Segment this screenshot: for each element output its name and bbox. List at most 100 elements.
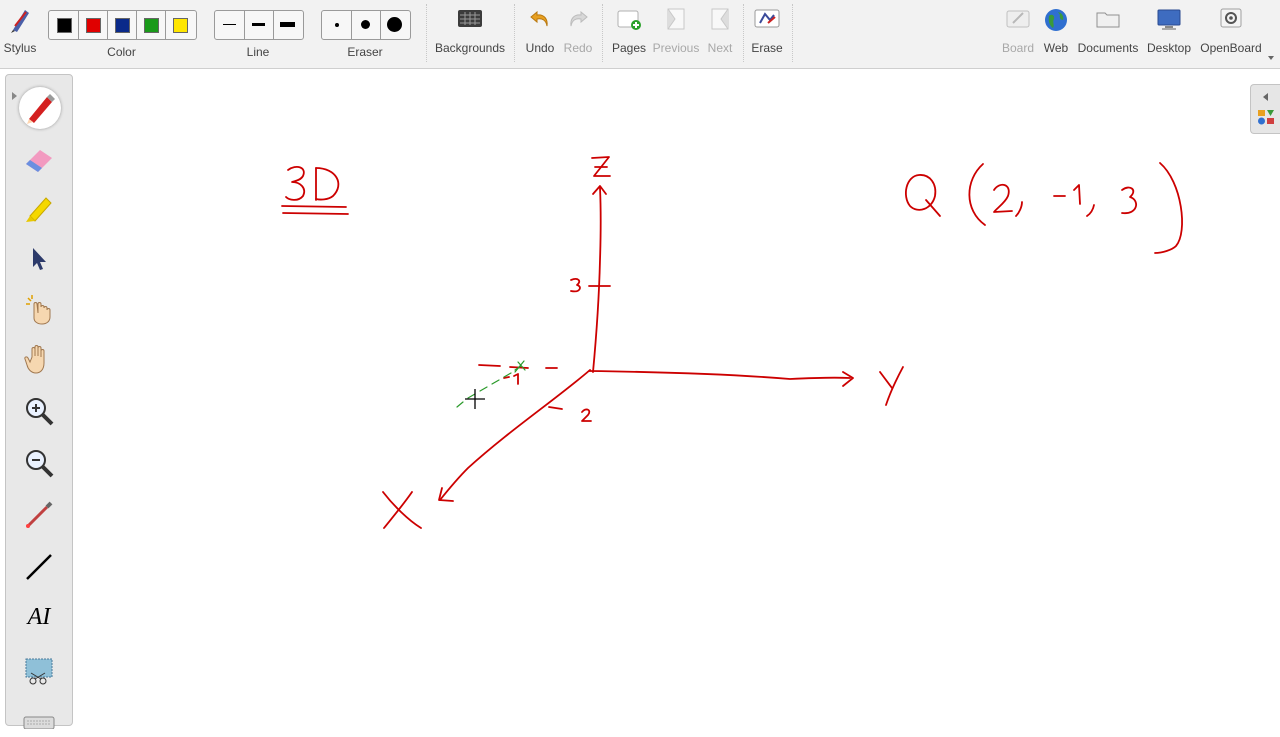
globe-icon <box>1045 9 1067 31</box>
color-green[interactable] <box>136 11 166 39</box>
color-black[interactable] <box>49 11 79 39</box>
whiteboard-canvas[interactable] <box>72 69 1280 720</box>
stylus-label: Stylus <box>3 41 37 55</box>
collapse-arrow-icon[interactable] <box>10 91 18 101</box>
chevron-down-icon[interactable] <box>1266 50 1276 64</box>
capture-tool[interactable] <box>21 653 57 689</box>
handwritten-z-label <box>591 156 611 177</box>
openboard-button[interactable]: OpenBoard <box>1198 4 1264 64</box>
highlighter-tool[interactable] <box>21 191 57 227</box>
line-medium[interactable] <box>244 11 274 39</box>
green-dashed-line <box>456 365 522 408</box>
toolbar-separator <box>792 4 794 62</box>
line-group <box>214 10 304 40</box>
desktop-button[interactable]: Desktop <box>1144 4 1194 64</box>
hand-icon <box>24 345 45 374</box>
line-icon <box>26 554 52 580</box>
interactor-tool[interactable] <box>21 291 57 327</box>
red-ink-strokes <box>281 156 1183 529</box>
hand-tool[interactable] <box>21 341 57 377</box>
zoom-in-tool[interactable] <box>21 393 57 429</box>
text-tool[interactable]: AI <box>21 599 57 635</box>
stylus-button[interactable]: Stylus <box>2 4 38 64</box>
laser-pointer-tool[interactable] <box>21 497 57 533</box>
eraser-group <box>321 10 411 40</box>
handwritten-3d-title <box>281 165 349 215</box>
zoom-out-tool[interactable] <box>21 445 57 481</box>
web-button[interactable]: Web <box>1038 4 1074 64</box>
crosshair-cursor-icon <box>465 389 485 409</box>
settings-icon <box>1220 8 1242 28</box>
board-label: Board <box>1001 41 1035 55</box>
board-button[interactable]: Board <box>1000 4 1036 64</box>
handwritten-2-label <box>581 408 592 422</box>
pages-label: Pages <box>611 41 647 55</box>
eraser-large[interactable] <box>380 11 409 39</box>
folder-icon <box>1096 12 1120 28</box>
selector-tool[interactable] <box>21 241 57 277</box>
capture-icon <box>25 658 53 685</box>
color-label: Color <box>107 45 136 59</box>
tool-palette: AI <box>5 74 73 729</box>
eraser-medium[interactable] <box>351 11 381 39</box>
documents-label: Documents <box>1077 41 1139 55</box>
web-label: Web <box>1043 41 1069 55</box>
handwritten-y-label <box>879 366 904 406</box>
color-red[interactable] <box>78 11 108 39</box>
line-thin[interactable] <box>215 11 245 39</box>
pen-tool[interactable] <box>19 87 61 129</box>
handwritten-x-label <box>382 491 422 529</box>
next-page-icon <box>711 8 729 30</box>
handwritten-point-q <box>905 162 1183 254</box>
toolbar-separator <box>602 4 604 62</box>
interactor-icon <box>26 295 51 325</box>
eraser-small[interactable] <box>322 11 352 39</box>
backgrounds-icon <box>458 10 482 27</box>
line-tool[interactable] <box>21 549 57 585</box>
undo-button[interactable]: Undo <box>520 4 560 64</box>
backgrounds-label: Backgrounds <box>434 41 506 55</box>
keyboard-tool[interactable] <box>21 701 57 737</box>
previous-label: Previous <box>652 41 700 55</box>
laser-pointer-icon <box>25 501 53 529</box>
board-icon <box>1006 10 1030 28</box>
eraser-label: Eraser <box>347 45 383 59</box>
toolbar-separator <box>514 4 516 62</box>
eraser-icon <box>26 150 52 172</box>
next-label: Next <box>707 41 733 55</box>
color-group <box>48 10 197 40</box>
desktop-label: Desktop <box>1146 41 1192 55</box>
backgrounds-button[interactable]: Backgrounds <box>432 4 508 64</box>
selector-icon <box>33 248 46 270</box>
redo-button[interactable]: Redo <box>560 4 596 64</box>
previous-button[interactable]: Previous <box>652 4 700 64</box>
eraser-tool[interactable] <box>21 141 57 177</box>
erase-label: Erase <box>751 41 783 55</box>
pages-button[interactable]: Pages <box>608 4 650 64</box>
undo-label: Undo <box>525 41 555 55</box>
x-tick-2 <box>548 406 563 410</box>
line-label: Line <box>246 45 270 59</box>
documents-button[interactable]: Documents <box>1076 4 1140 64</box>
line-thick[interactable] <box>273 11 302 39</box>
toolbar-separator <box>743 4 745 62</box>
erase-board-icon <box>754 9 780 28</box>
add-page-icon <box>617 10 641 30</box>
x-axis-line <box>439 369 591 501</box>
z-axis-line <box>592 187 602 373</box>
zoom-out-icon <box>26 450 54 478</box>
keyboard-icon <box>23 716 55 729</box>
highlighter-icon <box>26 197 52 222</box>
y-axis-line <box>588 370 851 380</box>
redo-label: Redo <box>563 41 593 55</box>
next-button[interactable]: Next <box>702 4 738 64</box>
handwritten-3-label <box>570 278 581 293</box>
pen-icon <box>27 94 55 124</box>
color-blue[interactable] <box>107 11 137 39</box>
erase-button[interactable]: Erase <box>748 4 786 64</box>
monitor-icon <box>1157 9 1181 30</box>
openboard-label: OpenBoard <box>1200 41 1262 55</box>
main-toolbar: Stylus Color Line Eraser Backgrounds Und… <box>0 0 1280 69</box>
color-yellow[interactable] <box>165 11 194 39</box>
toolbar-separator <box>426 4 428 62</box>
